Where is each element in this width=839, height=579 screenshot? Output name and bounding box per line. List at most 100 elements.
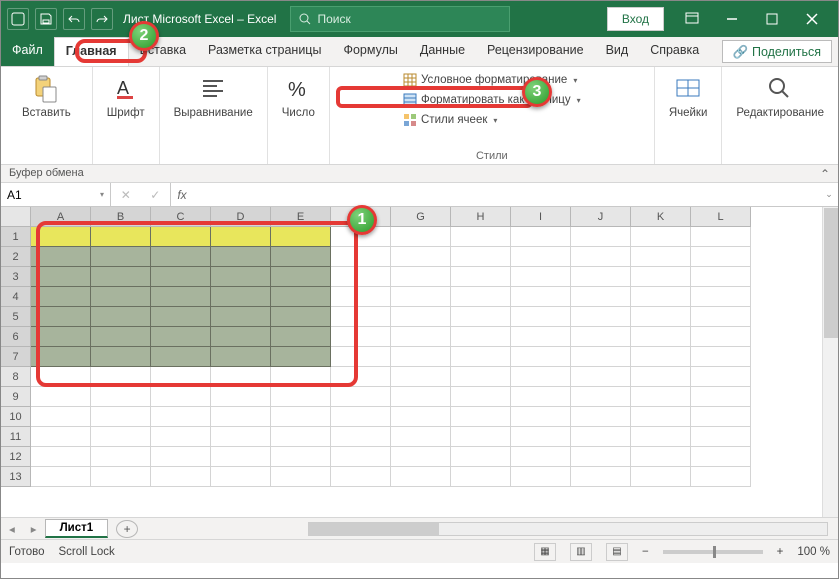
share-button[interactable]: 🔗 Поделиться	[722, 40, 832, 63]
col-header-E[interactable]: E	[271, 207, 331, 227]
cell-F12[interactable]	[331, 447, 391, 467]
cell-F10[interactable]	[331, 407, 391, 427]
cell-E12[interactable]	[271, 447, 331, 467]
cell-C4[interactable]	[151, 287, 211, 307]
row-header-11[interactable]: 11	[1, 427, 31, 447]
cell-C10[interactable]	[151, 407, 211, 427]
horizontal-scrollbar[interactable]	[308, 522, 828, 536]
cell-I8[interactable]	[511, 367, 571, 387]
cell-F13[interactable]	[331, 467, 391, 487]
fx-button[interactable]: fx	[171, 188, 193, 202]
cell-F11[interactable]	[331, 427, 391, 447]
cell-F7[interactable]	[331, 347, 391, 367]
autosave-toggle[interactable]	[7, 8, 29, 30]
cell-A5[interactable]	[31, 307, 91, 327]
cell-B11[interactable]	[91, 427, 151, 447]
cell-B13[interactable]	[91, 467, 151, 487]
vertical-scrollbar[interactable]	[822, 207, 838, 517]
cell-H11[interactable]	[451, 427, 511, 447]
cell-D1[interactable]	[211, 227, 271, 247]
cell-C3[interactable]	[151, 267, 211, 287]
cell-H5[interactable]	[451, 307, 511, 327]
cell-J7[interactable]	[571, 347, 631, 367]
cell-A13[interactable]	[31, 467, 91, 487]
cell-E7[interactable]	[271, 347, 331, 367]
cell-K6[interactable]	[631, 327, 691, 347]
save-icon[interactable]	[35, 8, 57, 30]
row-header-2[interactable]: 2	[1, 247, 31, 267]
row-header-8[interactable]: 8	[1, 367, 31, 387]
col-header-D[interactable]: D	[211, 207, 271, 227]
cell-B10[interactable]	[91, 407, 151, 427]
cell-B8[interactable]	[91, 367, 151, 387]
tab-review[interactable]: Рецензирование	[476, 37, 595, 66]
cell-H3[interactable]	[451, 267, 511, 287]
col-header-H[interactable]: H	[451, 207, 511, 227]
cell-L4[interactable]	[691, 287, 751, 307]
cell-G7[interactable]	[391, 347, 451, 367]
cell-D9[interactable]	[211, 387, 271, 407]
row-header-4[interactable]: 4	[1, 287, 31, 307]
cell-I13[interactable]	[511, 467, 571, 487]
cell-L11[interactable]	[691, 427, 751, 447]
cell-K12[interactable]	[631, 447, 691, 467]
cell-L13[interactable]	[691, 467, 751, 487]
search-input[interactable]: Поиск	[290, 6, 510, 32]
row-header-5[interactable]: 5	[1, 307, 31, 327]
row-header-3[interactable]: 3	[1, 267, 31, 287]
cell-E4[interactable]	[271, 287, 331, 307]
cell-L8[interactable]	[691, 367, 751, 387]
cell-H10[interactable]	[451, 407, 511, 427]
cell-B1[interactable]	[91, 227, 151, 247]
cell-L9[interactable]	[691, 387, 751, 407]
cell-I3[interactable]	[511, 267, 571, 287]
tab-view[interactable]: Вид	[595, 37, 640, 66]
cell-D7[interactable]	[211, 347, 271, 367]
col-header-L[interactable]: L	[691, 207, 751, 227]
cell-L12[interactable]	[691, 447, 751, 467]
view-normal-icon[interactable]: ▦	[534, 543, 556, 561]
cell-D11[interactable]	[211, 427, 271, 447]
cell-E5[interactable]	[271, 307, 331, 327]
cell-A9[interactable]	[31, 387, 91, 407]
select-all-triangle[interactable]	[1, 207, 31, 227]
cell-K9[interactable]	[631, 387, 691, 407]
tab-formulas[interactable]: Формулы	[332, 37, 408, 66]
cell-I6[interactable]	[511, 327, 571, 347]
cell-E13[interactable]	[271, 467, 331, 487]
row-header-6[interactable]: 6	[1, 327, 31, 347]
cell-L5[interactable]	[691, 307, 751, 327]
cell-I4[interactable]	[511, 287, 571, 307]
zoom-out-button[interactable]: −	[642, 546, 649, 558]
cell-styles-button[interactable]: Стили ячеек	[399, 111, 585, 129]
cell-H7[interactable]	[451, 347, 511, 367]
conditional-formatting-button[interactable]: Условное форматирование	[399, 71, 585, 89]
col-header-K[interactable]: K	[631, 207, 691, 227]
row-header-1[interactable]: 1	[1, 227, 31, 247]
add-sheet-button[interactable]: +	[116, 520, 138, 538]
cell-K8[interactable]	[631, 367, 691, 387]
cell-B4[interactable]	[91, 287, 151, 307]
sheet-nav-next[interactable]: ▸	[23, 522, 45, 536]
cell-J5[interactable]	[571, 307, 631, 327]
cell-F3[interactable]	[331, 267, 391, 287]
cell-G3[interactable]	[391, 267, 451, 287]
zoom-in-button[interactable]: +	[777, 546, 784, 558]
zoom-slider[interactable]	[663, 550, 763, 554]
cell-F9[interactable]	[331, 387, 391, 407]
cell-B5[interactable]	[91, 307, 151, 327]
tab-home[interactable]: Главная	[54, 37, 129, 66]
cell-K5[interactable]	[631, 307, 691, 327]
cell-C2[interactable]	[151, 247, 211, 267]
cell-A11[interactable]	[31, 427, 91, 447]
cell-D2[interactable]	[211, 247, 271, 267]
cell-J1[interactable]	[571, 227, 631, 247]
cell-C11[interactable]	[151, 427, 211, 447]
cell-B6[interactable]	[91, 327, 151, 347]
col-header-J[interactable]: J	[571, 207, 631, 227]
cell-C13[interactable]	[151, 467, 211, 487]
cell-L6[interactable]	[691, 327, 751, 347]
cell-K7[interactable]	[631, 347, 691, 367]
cell-G2[interactable]	[391, 247, 451, 267]
cell-A2[interactable]	[31, 247, 91, 267]
